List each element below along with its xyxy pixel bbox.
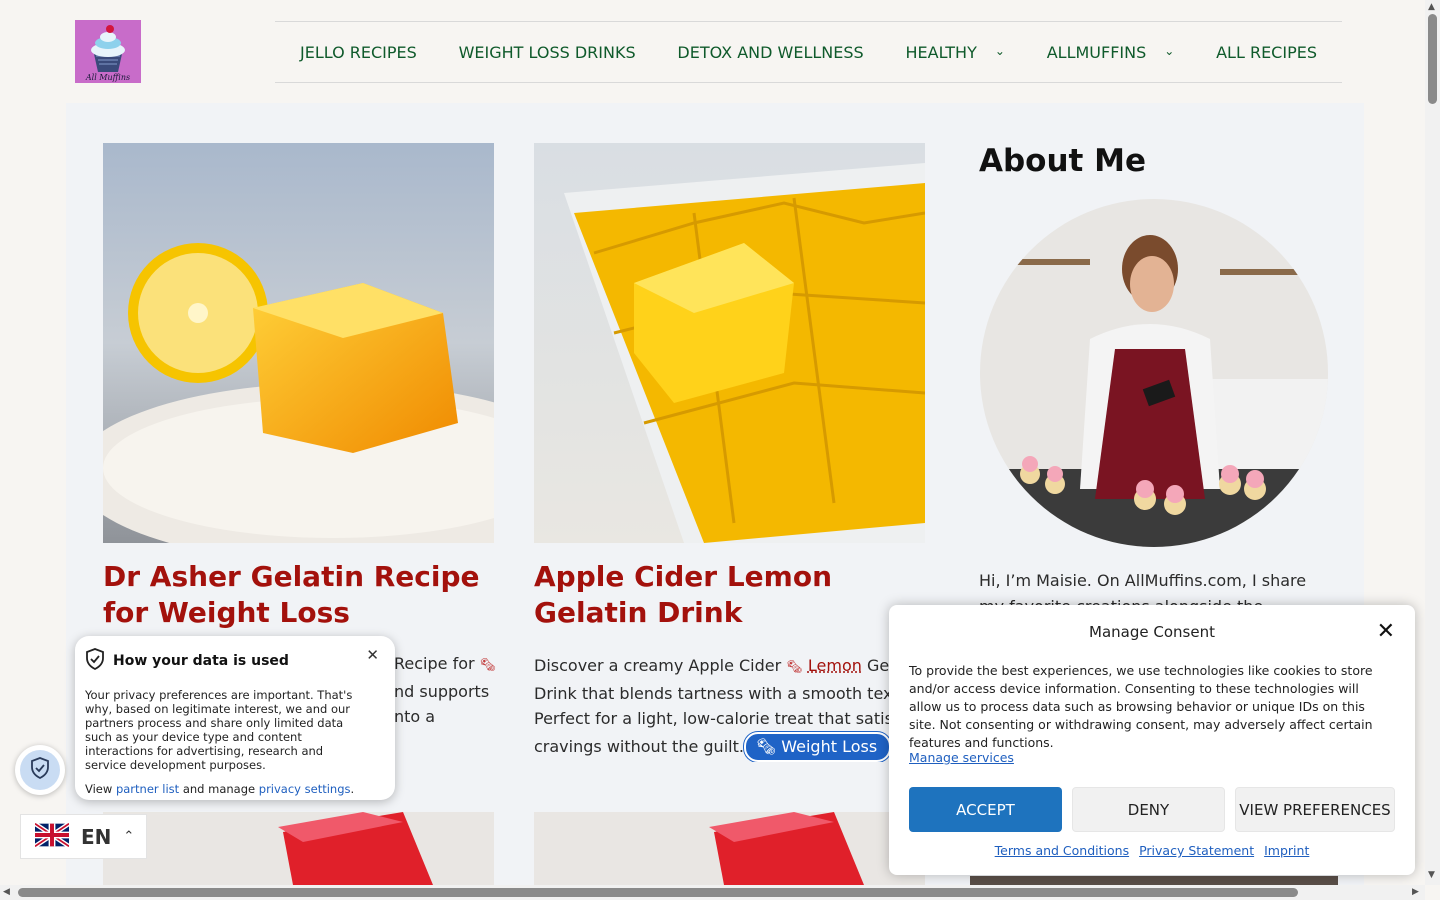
keyword-link[interactable]: Lemon <box>808 656 862 675</box>
scroll-down-arrow[interactable]: ▼ <box>1428 870 1435 880</box>
privacy-popup-title: How your data is used <box>113 653 289 669</box>
logo-text: All Muffins <box>85 73 130 82</box>
scroll-up-arrow[interactable]: ▲ <box>1428 2 1435 12</box>
shield-icon <box>85 648 105 674</box>
recipe-image-red-gelatin[interactable] <box>534 812 925 885</box>
sidebar-image <box>970 876 1338 885</box>
footer-text: . <box>350 782 355 796</box>
nav-label: WEIGHT LOSS DRINKS <box>458 42 636 62</box>
view-preferences-button[interactable]: VIEW PREFERENCES <box>1235 787 1395 832</box>
horizontal-scrollbar[interactable]: ◀ ▶ <box>0 885 1425 900</box>
imprint-link[interactable]: Imprint <box>1264 843 1309 858</box>
scroll-left-arrow[interactable]: ◀ <box>3 887 10 897</box>
language-code: EN <box>81 824 112 849</box>
nav-label: HEALTHY <box>905 42 977 62</box>
document-icon: 🗞 <box>479 658 497 673</box>
nav-label: ALL RECIPES <box>1216 42 1317 62</box>
chevron-up-icon: ⌃ <box>123 829 135 844</box>
chevron-down-icon[interactable]: ⌄ <box>995 44 1005 58</box>
footer-text: View <box>85 782 113 796</box>
accept-button[interactable]: ACCEPT <box>909 787 1062 832</box>
deny-button[interactable]: DENY <box>1072 787 1225 832</box>
privacy-settings-link[interactable]: privacy settings <box>259 782 351 796</box>
nav-label: DETOX AND WELLNESS <box>677 42 864 62</box>
footer-text: and manage <box>182 782 256 796</box>
nav-label: JELLO RECIPES <box>300 42 417 62</box>
recipe-title[interactable]: Apple Cider Lemon Gelatin Drink <box>534 559 925 631</box>
shield-icon <box>30 757 50 783</box>
privacy-popup-body: Your privacy preferences are important. … <box>85 688 353 772</box>
privacy-statement-link[interactable]: Privacy Statement <box>1139 843 1254 858</box>
recipe-excerpt: Discover a creamy Apple Cider 🗞 Lemon Ge… <box>534 653 925 762</box>
nav-item-allmuffins[interactable]: ALLMUFFINS ⌄ <box>1047 43 1175 62</box>
close-icon[interactable]: ✕ <box>1377 619 1395 644</box>
manage-services-link[interactable]: Manage services <box>909 750 1014 765</box>
privacy-popup: How your data is used ✕ Your privacy pre… <box>75 636 395 800</box>
recipe-image-lemon-gelatin[interactable] <box>103 143 494 543</box>
nav-item-weight-loss-drinks[interactable]: WEIGHT LOSS DRINKS <box>459 43 636 62</box>
consent-text: To provide the best experiences, we use … <box>909 663 1373 750</box>
about-title: About Me <box>979 143 1147 179</box>
nav-item-detox-and-wellness[interactable]: DETOX AND WELLNESS <box>677 43 863 62</box>
recipe-card: Apple Cider Lemon Gelatin Drink Discover… <box>534 143 925 762</box>
consent-title: Manage Consent <box>1089 623 1215 641</box>
privacy-settings-button[interactable] <box>15 745 65 795</box>
excerpt-text: Recipe for <box>394 654 475 673</box>
site-logo[interactable]: All Muffins <box>75 20 141 83</box>
recipe-excerpt: Recipe for 🗞 nd supports nto a <box>394 651 496 730</box>
main-nav: JELLO RECIPES WEIGHT LOSS DRINKS DETOX A… <box>275 21 1342 83</box>
nav-item-healthy[interactable]: HEALTHY ⌄ <box>905 43 1004 62</box>
document-icon: 🗞 <box>755 736 777 756</box>
tag-badge-weight-loss[interactable]: 🗞 Weight Loss <box>743 731 892 762</box>
excerpt-text: Discover a creamy Apple Cider <box>534 656 782 675</box>
nav-label: ALLMUFFINS <box>1046 42 1147 62</box>
recipe-image-apple-cider-gelatin[interactable] <box>534 143 925 543</box>
privacy-popup-footer: View partner list and manage privacy set… <box>85 782 381 796</box>
about-text-line: Hi, I’m Maisie. On AllMuffins.com, I sha… <box>979 571 1307 590</box>
excerpt-text: Drink that blends tartness with a smooth… <box>534 683 899 703</box>
excerpt-text: Perfect for a light, low-calorie treat t… <box>534 709 899 728</box>
language-switcher[interactable]: EN ⌃ <box>20 814 147 859</box>
partner-list-link[interactable]: partner list <box>116 782 179 796</box>
scrollbar-thumb[interactable] <box>1428 14 1437 104</box>
document-icon: 🗞 <box>786 660 803 675</box>
author-avatar <box>980 199 1328 547</box>
terms-link[interactable]: Terms and Conditions <box>995 843 1129 858</box>
excerpt-text: nto a <box>394 707 436 726</box>
scrollbar-thumb[interactable] <box>18 888 1298 897</box>
scroll-right-arrow[interactable]: ▶ <box>1412 887 1419 897</box>
vertical-scrollbar[interactable]: ▲ ▼ <box>1425 0 1440 885</box>
nav-item-all-recipes[interactable]: ALL RECIPES <box>1216 43 1317 62</box>
nav-item-jello-recipes[interactable]: JELLO RECIPES <box>300 43 417 62</box>
uk-flag-icon <box>33 821 71 851</box>
excerpt-text: cravings without the guilt. <box>534 736 744 756</box>
recipe-title[interactable]: Dr Asher Gelatin Recipe for Weight Loss <box>103 559 494 631</box>
recipe-image-red-gelatin[interactable] <box>103 812 494 885</box>
tag-label: Weight Loss <box>781 736 878 756</box>
consent-modal: Manage Consent ✕ To provide the best exp… <box>889 605 1415 875</box>
chevron-down-icon[interactable]: ⌄ <box>1164 44 1174 58</box>
excerpt-text: nd supports <box>394 681 490 701</box>
consent-links: Terms and Conditions Privacy Statement I… <box>889 843 1415 858</box>
close-icon[interactable]: ✕ <box>366 646 379 664</box>
recipe-card: Dr Asher Gelatin Recipe for Weight Loss <box>103 143 494 631</box>
